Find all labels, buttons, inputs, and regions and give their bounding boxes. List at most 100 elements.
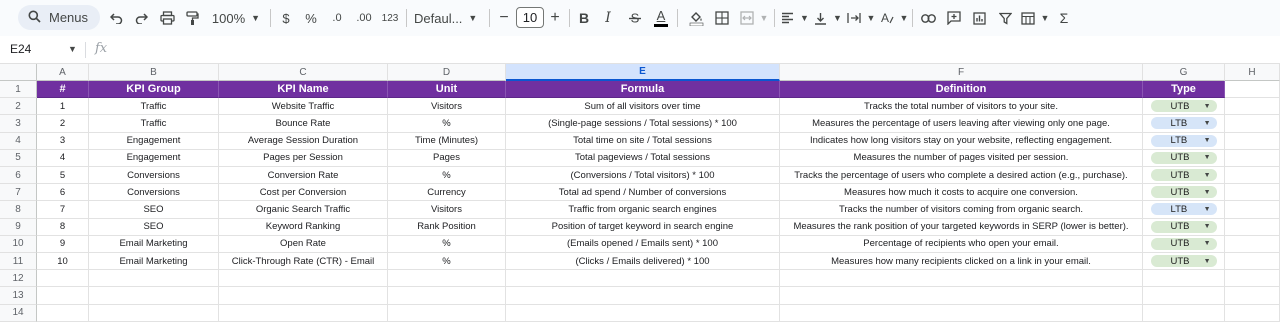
table-cell-num[interactable]: 9	[37, 235, 89, 253]
table-cell-formula[interactable]: Total ad spend / Number of conversions	[506, 184, 780, 202]
type-dropdown-chip[interactable]: LTB ▼	[1150, 134, 1217, 147]
menus-search-button[interactable]: Menus	[18, 5, 100, 30]
cell-a13[interactable]	[37, 287, 89, 305]
chevron-down-icon[interactable]: ▼	[1204, 154, 1211, 161]
table-cell-name[interactable]: Cost per Conversion	[219, 184, 388, 202]
table-cell-definition[interactable]: Tracks the total number of visitors to y…	[780, 98, 1143, 116]
cell-h6[interactable]	[1225, 167, 1280, 185]
table-cell-definition[interactable]: Tracks the number of visitors coming fro…	[780, 201, 1143, 219]
cell-h4[interactable]	[1225, 132, 1280, 150]
cell-c13[interactable]	[219, 287, 388, 305]
type-dropdown-cell[interactable]: UTB ▼	[1143, 235, 1225, 253]
table-cell-formula[interactable]: Total time on site / Total sessions	[506, 132, 780, 150]
cell-h13[interactable]	[1225, 287, 1280, 305]
zoom-select[interactable]: 100% ▼	[208, 0, 264, 36]
table-cell-group[interactable]: Email Marketing	[89, 253, 219, 271]
chevron-down-icon[interactable]: ▼	[68, 44, 77, 54]
cell-f14[interactable]	[780, 304, 1143, 322]
table-cell-definition[interactable]: Measures the number of pages visited per…	[780, 149, 1143, 167]
table-cell-group[interactable]: Conversions	[89, 184, 219, 202]
row-header-6[interactable]: 6	[0, 167, 37, 185]
table-cell-definition[interactable]: Tracks the percentage of users who compl…	[780, 167, 1143, 185]
column-header-e[interactable]: E	[506, 64, 780, 81]
table-cell-num[interactable]: 4	[37, 149, 89, 167]
cell-b13[interactable]	[89, 287, 219, 305]
table-cell-definition[interactable]: Percentage of recipients who open your e…	[780, 235, 1143, 253]
increase-decimal-button[interactable]: .00	[352, 0, 376, 36]
chevron-down-icon[interactable]: ▼	[1204, 240, 1211, 247]
table-cell-formula[interactable]: Traffic from organic search engines	[506, 201, 780, 219]
table-cell-name[interactable]: Click-Through Rate (CTR) - Email	[219, 253, 388, 271]
table-cell-group[interactable]: Engagement	[89, 132, 219, 150]
strikethrough-button[interactable]: S	[626, 0, 644, 36]
cell-g12[interactable]	[1143, 270, 1225, 288]
spreadsheet-grid[interactable]: A B C D E F G H 1 2 3 4 5 6 7 8 9 10 11 12 13 14 # KPI Group KPI…	[0, 64, 1280, 322]
cell-f13[interactable]	[780, 287, 1143, 305]
table-cell-unit[interactable]: Pages	[388, 149, 506, 167]
table-cell-name[interactable]: Pages per Session	[219, 149, 388, 167]
table-cell-unit[interactable]: Rank Position	[388, 218, 506, 236]
horizontal-align-button[interactable]: ▼	[781, 0, 809, 36]
redo-button[interactable]	[131, 0, 151, 36]
row-header-3[interactable]: 3	[0, 115, 37, 133]
row-header-12[interactable]: 12	[0, 270, 37, 288]
table-cell-definition[interactable]: Measures the percentage of users leaving…	[780, 115, 1143, 133]
cell-h10[interactable]	[1225, 235, 1280, 253]
column-header-b[interactable]: B	[89, 64, 219, 81]
table-cell-definition[interactable]: Measures the rank position of your targe…	[780, 218, 1143, 236]
table-cell-name[interactable]: Average Session Duration	[219, 132, 388, 150]
chevron-down-icon[interactable]: ▼	[1204, 137, 1211, 144]
cell-h3[interactable]	[1225, 115, 1280, 133]
table-header-cell[interactable]: Type	[1143, 81, 1225, 99]
cell-h8[interactable]	[1225, 201, 1280, 219]
undo-button[interactable]	[106, 0, 126, 36]
cell-h11[interactable]	[1225, 253, 1280, 271]
cell-b12[interactable]	[89, 270, 219, 288]
cell-d14[interactable]	[388, 304, 506, 322]
table-cell-formula[interactable]: (Single-page sessions / Total sessions) …	[506, 115, 780, 133]
row-header-10[interactable]: 10	[0, 235, 37, 253]
font-size-input[interactable]: 10	[516, 7, 544, 28]
type-dropdown-cell[interactable]: LTB ▼	[1143, 201, 1225, 219]
table-cell-unit[interactable]: Currency	[388, 184, 506, 202]
table-cell-definition[interactable]: Indicates how long visitors stay on your…	[780, 132, 1143, 150]
type-dropdown-chip[interactable]: UTB ▼	[1150, 255, 1217, 268]
table-cell-num[interactable]: 5	[37, 167, 89, 185]
type-dropdown-cell[interactable]: UTB ▼	[1143, 98, 1225, 116]
type-dropdown-chip[interactable]: UTB ▼	[1150, 100, 1217, 113]
cell-d12[interactable]	[388, 270, 506, 288]
text-wrapping-button[interactable]: ▼	[846, 0, 875, 36]
chevron-down-icon[interactable]: ▼	[1204, 120, 1211, 127]
table-cell-group[interactable]: Engagement	[89, 149, 219, 167]
table-cell-num[interactable]: 3	[37, 132, 89, 150]
column-header-d[interactable]: D	[388, 64, 506, 81]
decrease-font-size-button[interactable]: −	[496, 0, 512, 36]
row-header-7[interactable]: 7	[0, 184, 37, 202]
formula-input[interactable]	[120, 41, 1270, 59]
table-header-cell[interactable]: KPI Group	[89, 81, 219, 99]
type-dropdown-chip[interactable]: UTB ▼	[1150, 169, 1217, 182]
font-family-select[interactable]: Defaul... ▼	[414, 0, 482, 36]
row-header-14[interactable]: 14	[0, 304, 37, 322]
table-cell-group[interactable]: Email Marketing	[89, 235, 219, 253]
table-cell-name[interactable]: Website Traffic	[219, 98, 388, 116]
column-header-a[interactable]: A	[37, 64, 89, 81]
table-cell-group[interactable]: SEO	[89, 201, 219, 219]
chevron-down-icon[interactable]: ▼	[1204, 258, 1211, 265]
chevron-down-icon[interactable]: ▼	[1204, 206, 1211, 213]
table-cell-name[interactable]: Keyword Ranking	[219, 218, 388, 236]
column-header-c[interactable]: C	[219, 64, 388, 81]
table-cell-unit[interactable]: %	[388, 235, 506, 253]
table-cell-definition[interactable]: Measures how much it costs to acquire on…	[780, 184, 1143, 202]
cell-h5[interactable]	[1225, 149, 1280, 167]
paint-format-button[interactable]	[182, 0, 202, 36]
table-cell-unit[interactable]: %	[388, 167, 506, 185]
cell-g14[interactable]	[1143, 304, 1225, 322]
cell-a12[interactable]	[37, 270, 89, 288]
cell-e14[interactable]	[506, 304, 780, 322]
vertical-align-button[interactable]: ▼	[814, 0, 842, 36]
row-header-8[interactable]: 8	[0, 201, 37, 219]
filter-views-button[interactable]: ▼	[1020, 0, 1050, 36]
percent-format-button[interactable]: %	[301, 0, 321, 36]
cell-d13[interactable]	[388, 287, 506, 305]
